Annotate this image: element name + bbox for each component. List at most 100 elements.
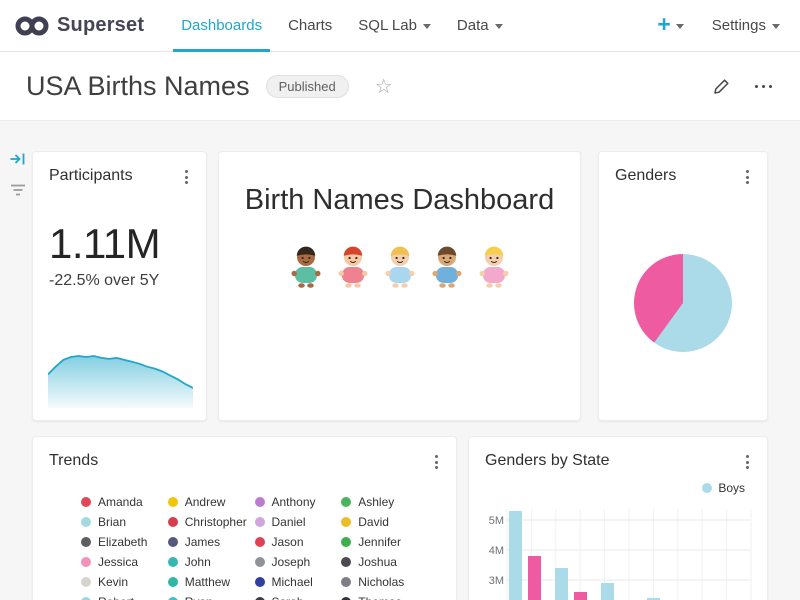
legend-label: Boys	[718, 481, 745, 495]
legend-item-andrew[interactable]: Andrew	[168, 495, 249, 509]
legend-dot	[168, 537, 178, 547]
card-title: Genders by State	[485, 451, 610, 471]
legend-dot	[81, 497, 91, 507]
legend-label: Robert	[98, 595, 134, 600]
genders-by-state-bar-chart: 5M 4M 3M	[481, 501, 753, 600]
legend-label: Ryan	[185, 595, 213, 600]
legend-label: Sarah	[272, 595, 304, 600]
trends-legend: Amanda Andrew Anthony Ashley Brian Christophe…	[81, 495, 422, 600]
kebab-menu-icon[interactable]	[429, 451, 444, 473]
legend-dot	[341, 577, 351, 587]
child-emoji	[475, 241, 513, 294]
legend-dot	[341, 517, 351, 527]
legend-dot	[81, 577, 91, 587]
legend-item-matthew[interactable]: Matthew	[168, 575, 249, 589]
svg-text:3M: 3M	[489, 575, 504, 587]
legend-item-joshua[interactable]: Joshua	[341, 555, 422, 569]
legend-item-ashley[interactable]: Ashley	[341, 495, 422, 509]
big-number-subheader: -22.5% over 5Y	[49, 272, 206, 290]
legend-dot	[168, 557, 178, 567]
chevron-down-icon	[772, 24, 780, 29]
legend-item-joseph[interactable]: Joseph	[255, 555, 336, 569]
legend-dot	[168, 517, 178, 527]
svg-text:4M: 4M	[489, 545, 504, 557]
favorite-star-icon[interactable]: ☆	[375, 77, 393, 97]
genders-pie-chart	[634, 254, 732, 352]
legend-item-anthony[interactable]: Anthony	[255, 495, 336, 509]
nav-item-dashboards[interactable]: Dashboards	[181, 0, 262, 52]
settings-label: Settings	[712, 17, 766, 34]
card-title: Genders	[615, 166, 676, 186]
filter-icon[interactable]	[10, 183, 26, 197]
svg-text:5M: 5M	[489, 515, 504, 527]
legend-dot	[341, 497, 351, 507]
legend-item-brian[interactable]: Brian	[81, 515, 162, 529]
legend-item-amanda[interactable]: Amanda	[81, 495, 162, 509]
chevron-down-icon	[495, 24, 503, 29]
legend-dot	[255, 537, 265, 547]
legend-item-nicholas[interactable]: Nicholas	[341, 575, 422, 589]
chevron-down-icon	[423, 24, 431, 29]
new-button[interactable]: +	[657, 16, 683, 36]
expand-filter-bar-icon[interactable]	[9, 151, 27, 167]
legend-label: James	[185, 535, 220, 549]
legend-item-robert[interactable]: Robert	[81, 595, 162, 600]
participants-trendline-chart	[48, 352, 193, 408]
settings-menu[interactable]: Settings	[712, 17, 780, 34]
legend-item-david[interactable]: David	[341, 515, 422, 529]
legend-item-daniel[interactable]: Daniel	[255, 515, 336, 529]
legend-item-sarah[interactable]: Sarah	[255, 595, 336, 600]
child-emoji	[334, 241, 372, 294]
card-participants: Participants 1.11M -22.5% over 5Y	[32, 151, 207, 421]
legend-item-jennifer[interactable]: Jennifer	[341, 535, 422, 549]
legend-item-john[interactable]: John	[168, 555, 249, 569]
card-genders-by-state: Genders by State Boys 5M 4M 3M	[468, 436, 768, 600]
navbar-right: + Settings	[657, 16, 780, 36]
legend-label: Jessica	[98, 555, 138, 569]
legend-label: Nicholas	[358, 575, 404, 589]
legend-item-boys[interactable]: Boys	[469, 481, 767, 495]
legend-label: Elizabeth	[98, 535, 147, 549]
legend-item-ryan[interactable]: Ryan	[168, 595, 249, 600]
legend-label: Ashley	[358, 495, 394, 509]
legend-label: Anthony	[272, 495, 316, 509]
published-badge[interactable]: Published	[266, 75, 349, 98]
superset-logo[interactable]: Superset	[14, 12, 144, 40]
edit-pencil-icon[interactable]	[712, 77, 731, 96]
kebab-menu-icon[interactable]	[740, 451, 755, 473]
legend-dot	[168, 497, 178, 507]
card-trends: Trends AmandaAndrewAnthonyAshleyBrianChr…	[32, 436, 457, 600]
legend-label: David	[358, 515, 389, 529]
legend-item-jason[interactable]: Jason	[255, 535, 336, 549]
nav-item-sql-lab[interactable]: SQL Lab	[358, 0, 431, 52]
nav-item-charts[interactable]: Charts	[288, 0, 332, 52]
legend-label: Daniel	[272, 515, 306, 529]
legend-item-jessica[interactable]: Jessica	[81, 555, 162, 569]
legend-label: Jason	[272, 535, 304, 549]
legend-label: Brian	[98, 515, 126, 529]
kebab-menu-icon[interactable]	[179, 166, 194, 188]
legend-label: Joshua	[358, 555, 397, 569]
kebab-menu-icon[interactable]	[740, 166, 755, 188]
legend-label: Matthew	[185, 575, 230, 589]
legend-label: Michael	[272, 575, 313, 589]
navbar: Superset Dashboards Charts SQL Lab Data + S…	[0, 0, 800, 52]
nav-item-label: Dashboards	[181, 17, 262, 34]
nav-item-label: Data	[457, 17, 489, 34]
card-title: Participants	[49, 166, 133, 186]
legend-item-christopher[interactable]: Christopher	[168, 515, 249, 529]
legend-item-michael[interactable]: Michael	[255, 575, 336, 589]
more-actions-icon[interactable]	[753, 81, 775, 93]
nav-item-data[interactable]: Data	[457, 0, 503, 52]
legend-item-elizabeth[interactable]: Elizabeth	[81, 535, 162, 549]
legend-item-kevin[interactable]: Kevin	[81, 575, 162, 589]
child-emoji	[287, 241, 325, 294]
markdown-heading: Birth Names Dashboard	[219, 184, 580, 217]
legend-dot	[255, 557, 265, 567]
infinity-logo-icon	[14, 12, 50, 40]
legend-dot	[255, 517, 265, 527]
legend-item-james[interactable]: James	[168, 535, 249, 549]
legend-item-thomas[interactable]: Thomas	[341, 595, 422, 600]
nav-item-label: Charts	[288, 17, 332, 34]
card-birth-names-heading: Birth Names Dashboard	[218, 151, 581, 421]
